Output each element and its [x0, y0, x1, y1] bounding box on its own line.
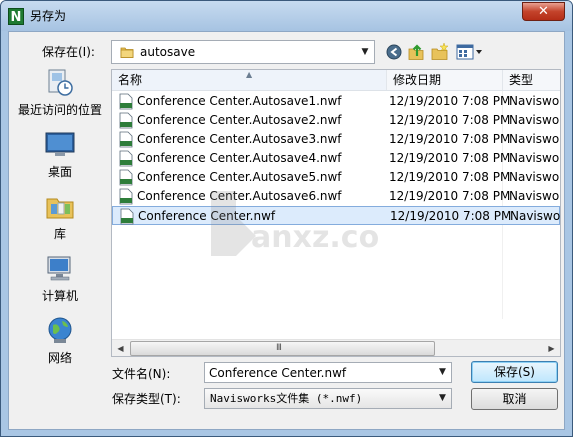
file-name: Conference Center.Autosave5.nwf: [137, 170, 342, 184]
nwf-file-icon: [119, 188, 133, 205]
place-network[interactable]: 网络: [13, 316, 107, 374]
file-row[interactable]: Conference Center.Autosave5.nwf 12/19/201…: [112, 168, 560, 187]
file-type: Navisworks: [509, 170, 560, 184]
file-name: Conference Center.Autosave6.nwf: [137, 189, 342, 203]
file-row[interactable]: Conference Center.Autosave6.nwf 12/19/201…: [112, 187, 560, 206]
dialog-body: 保存在(I): autosave ▼ 最近访问的位置 桌面 库 计算机 网络 名…: [8, 31, 565, 430]
close-button[interactable]: ✕: [522, 2, 565, 21]
place-recent[interactable]: 最近访问的位置: [13, 68, 107, 126]
save-button[interactable]: 保存(S): [471, 361, 558, 383]
navisworks-app-icon: N: [8, 8, 24, 25]
library-icon: [46, 198, 74, 219]
save-in-label: 保存在(I):: [42, 45, 95, 59]
scroll-right-icon[interactable]: ▶: [543, 340, 560, 356]
file-type: Navisworks: [509, 151, 560, 165]
sort-ascending-icon: ▲: [246, 70, 253, 79]
column-date[interactable]: 修改日期: [387, 70, 503, 90]
file-row[interactable]: Conference Center.Autosave1.nwf 12/19/201…: [112, 92, 560, 111]
file-type: Navisworks: [509, 113, 560, 127]
save-in-value: autosave: [140, 45, 196, 59]
places-bar: 最近访问的位置 桌面 库 计算机 网络: [13, 68, 107, 366]
place-label: 计算机: [41, 289, 78, 303]
horizontal-scrollbar[interactable]: ◀ III ▶: [112, 339, 560, 356]
filename-label: 文件名(N):: [112, 367, 171, 381]
file-type: Navisworks: [509, 132, 560, 146]
up-folder-icon[interactable]: [407, 42, 425, 62]
file-row[interactable]: Conference Center.nwf 12/19/2010 7:08 PM N…: [112, 206, 560, 225]
place-label: 网络: [47, 351, 72, 365]
title-bar[interactable]: N 另存为 ✕: [1, 1, 572, 31]
chevron-down-icon[interactable]: ▼: [356, 41, 374, 63]
nwf-file-icon: [119, 93, 133, 110]
file-name: Conference Center.Autosave3.nwf: [137, 132, 342, 146]
file-date: 12/19/2010 7:08 PM: [389, 113, 511, 127]
file-name: Conference Center.Autosave1.nwf: [137, 94, 342, 108]
filetype-select[interactable]: Navisworks文件集 (*.nwf) ▼: [204, 388, 452, 409]
nwf-file-icon: [120, 208, 134, 225]
filetype-label: 保存类型(T):: [112, 392, 181, 406]
scroll-thumb[interactable]: III: [130, 341, 435, 356]
view-menu-icon[interactable]: [455, 42, 485, 62]
place-label: 最近访问的位置: [17, 103, 102, 117]
new-folder-icon[interactable]: [430, 42, 450, 62]
chevron-down-icon[interactable]: ▼: [434, 363, 451, 382]
file-date: 12/19/2010 7:08 PM: [389, 170, 511, 184]
file-type: Navisworks: [509, 189, 560, 203]
folder-icon: [120, 47, 134, 58]
place-desktop[interactable]: 桌面: [13, 130, 107, 188]
file-date: 12/19/2010 7:08 PM: [389, 189, 511, 203]
file-row[interactable]: Conference Center.Autosave4.nwf 12/19/201…: [112, 149, 560, 168]
scroll-grip: III: [276, 343, 282, 353]
place-library[interactable]: 库: [13, 192, 107, 250]
place-label: 桌面: [47, 165, 72, 179]
file-type: Navisworks: [510, 209, 561, 223]
filetype-value: Navisworks文件集 (*.nwf): [210, 392, 363, 405]
scroll-left-icon[interactable]: ◀: [112, 340, 129, 356]
nwf-file-icon: [119, 169, 133, 186]
save-in-combo[interactable]: autosave ▼: [111, 40, 375, 64]
computer-icon: [47, 256, 71, 281]
back-icon[interactable]: [385, 42, 403, 62]
chevron-down-icon[interactable]: ▼: [434, 389, 451, 408]
file-name: Conference Center.Autosave2.nwf: [137, 113, 342, 127]
file-date: 12/19/2010 7:08 PM: [389, 132, 511, 146]
save-as-dialog: N 另存为 ✕ 保存在(I): autosave ▼ 最近访问的位置 桌面 库 …: [0, 0, 573, 437]
cancel-button[interactable]: 取消: [471, 388, 558, 410]
filename-value: Conference Center.nwf: [209, 366, 347, 380]
column-type[interactable]: 类型: [503, 70, 560, 90]
nwf-file-icon: [119, 131, 133, 148]
file-date: 12/19/2010 7:08 PM: [389, 94, 511, 108]
recent-places-icon: [48, 69, 73, 96]
file-row[interactable]: Conference Center.Autosave2.nwf 12/19/201…: [112, 111, 560, 130]
file-date: 12/19/2010 7:08 PM: [390, 209, 512, 223]
file-type: Navisworks: [509, 94, 560, 108]
nwf-file-icon: [119, 112, 133, 129]
file-list[interactable]: 名称 ▲ 修改日期 类型 Conference Center.Autosave1…: [111, 69, 561, 357]
network-icon: [48, 317, 72, 343]
desktop-icon: [45, 132, 75, 156]
place-label: 库: [53, 227, 66, 241]
dialog-title: 另存为: [30, 9, 67, 23]
file-name: Conference Center.Autosave4.nwf: [137, 151, 342, 165]
place-computer[interactable]: 计算机: [13, 254, 107, 312]
file-row[interactable]: Conference Center.Autosave3.nwf 12/19/201…: [112, 130, 560, 149]
filename-input[interactable]: Conference Center.nwf ▼: [204, 362, 452, 383]
file-name: Conference Center.nwf: [138, 209, 276, 223]
file-date: 12/19/2010 7:08 PM: [389, 151, 511, 165]
nwf-file-icon: [119, 150, 133, 167]
column-header: 名称 ▲ 修改日期 类型: [112, 70, 560, 91]
